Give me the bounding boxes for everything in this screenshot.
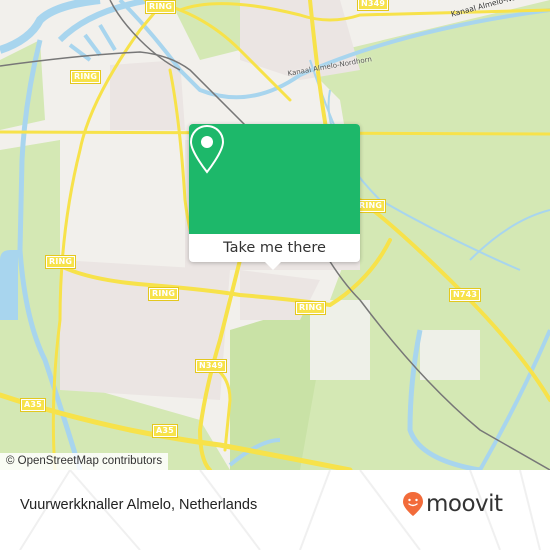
brand-name: moovit <box>426 491 503 517</box>
road-label-ring: RING <box>295 301 327 315</box>
footer: Vuurwerkknaller Almelo, Netherlands moov… <box>0 470 550 550</box>
road-label-n743: N743 <box>449 288 482 302</box>
location-popup[interactable]: Take me there <box>189 124 360 270</box>
road-label-ring: RING <box>45 255 77 269</box>
popup-header[interactable] <box>189 124 360 234</box>
popup-tail <box>265 262 281 270</box>
road-label-ring: RING <box>70 70 102 84</box>
map[interactable]: RING N349 RING RING RING RING RING N743 … <box>0 0 550 470</box>
map-pin-icon <box>189 124 225 174</box>
moovit-logo[interactable]: moovit <box>402 491 503 517</box>
road-label-a35: A35 <box>152 424 178 438</box>
road-label-ring: RING <box>145 0 177 14</box>
place-title: Vuurwerkknaller Almelo, Netherlands <box>20 497 258 513</box>
lake <box>0 250 18 320</box>
road-label-a35: A35 <box>20 398 46 412</box>
map-attribution[interactable]: © OpenStreetMap contributors <box>0 453 169 470</box>
road-label-ring: RING <box>148 287 180 301</box>
moovit-pin-icon <box>403 492 423 516</box>
road-label-n349: N349 <box>357 0 390 11</box>
road-label-n349: N349 <box>195 359 228 373</box>
take-me-there-button[interactable]: Take me there <box>189 234 360 262</box>
